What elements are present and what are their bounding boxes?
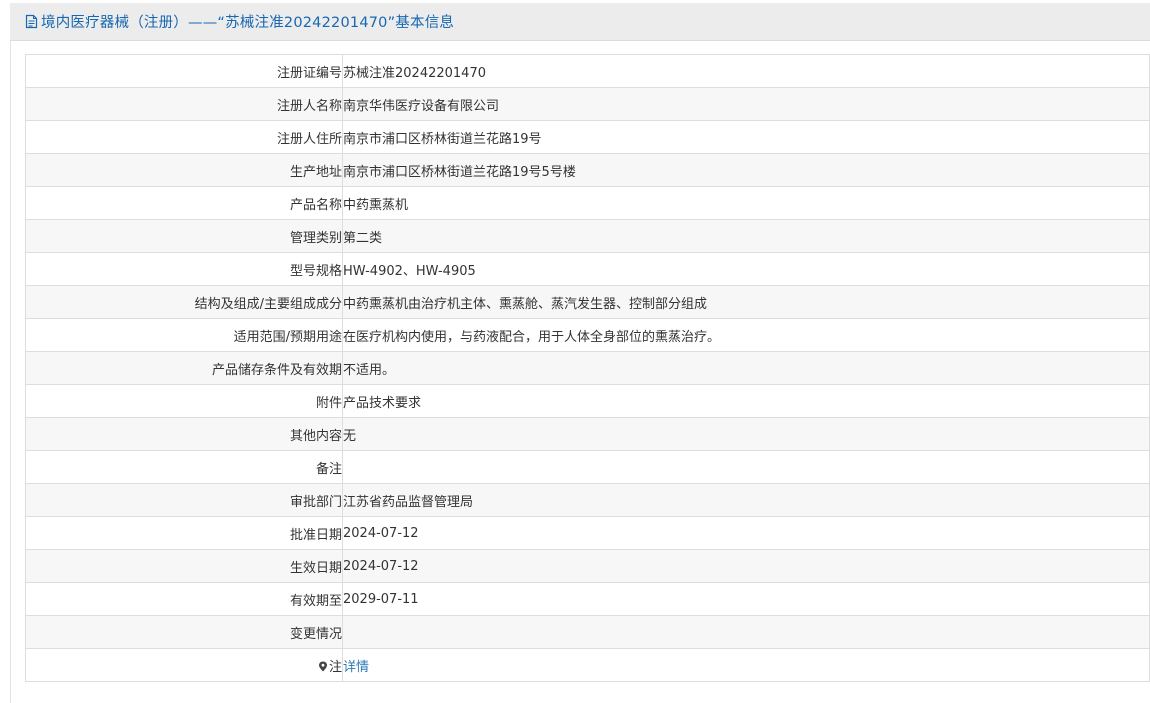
table-row: 生产地址 南京市浦口区桥林街道兰花路19号5号楼 — [25, 153, 1150, 187]
field-label: 注册人住所 — [25, 120, 343, 154]
field-label: 注 — [25, 648, 343, 682]
field-value: 不适用。 — [342, 351, 1150, 385]
document-icon — [25, 14, 39, 30]
info-table: 注册证编号 苏械注准20242201470 注册人名称 南京华伟医疗设备有限公司 注册人… — [25, 54, 1150, 682]
field-label: 批准日期 — [25, 516, 343, 550]
field-label: 有效期至 — [25, 582, 343, 616]
field-label: 生效日期 — [25, 549, 343, 583]
table-row: 注册人住所 南京市浦口区桥林街道兰花路19号 — [25, 120, 1150, 154]
field-label: 附件 — [25, 384, 343, 418]
page-header: 境内医疗器械（注册）——“苏械注准20242201470”基本信息 — [10, 3, 1150, 41]
map-pin-icon — [318, 661, 328, 672]
field-value: 江苏省药品监督管理局 — [342, 483, 1150, 517]
field-value: 中药熏蒸机由治疗机主体、熏蒸舱、蒸汽发生器、控制部分组成 — [342, 285, 1150, 319]
table-row: 产品名称 中药熏蒸机 — [25, 186, 1150, 220]
field-value: 产品技术要求 — [342, 384, 1150, 418]
field-label: 注册人名称 — [25, 87, 343, 121]
page-title: 境内医疗器械（注册）——“苏械注准20242201470”基本信息 — [41, 15, 455, 31]
field-label: 结构及组成/主要组成成分 — [25, 285, 343, 319]
field-label: 注册证编号 — [25, 54, 343, 88]
field-value: 中药熏蒸机 — [342, 186, 1150, 220]
field-value: 2029-07-11 — [342, 582, 1150, 616]
field-value: 在医疗机构内使用，与药液配合，用于人体全身部位的熏蒸治疗。 — [342, 318, 1150, 352]
field-label: 管理类别 — [25, 219, 343, 253]
field-value: HW-4902、HW-4905 — [342, 252, 1150, 286]
field-value: 南京华伟医疗设备有限公司 — [342, 87, 1150, 121]
table-row: 管理类别 第二类 — [25, 219, 1150, 253]
table-row: 注详情 — [25, 648, 1150, 682]
field-value: 苏械注准20242201470 — [342, 54, 1150, 88]
field-value: 第二类 — [342, 219, 1150, 253]
table-row: 附件 产品技术要求 — [25, 384, 1150, 418]
field-value — [342, 615, 1150, 649]
field-value — [342, 450, 1150, 484]
note-label: 注 — [328, 659, 342, 675]
field-label: 审批部门 — [25, 483, 343, 517]
table-row: 型号规格 HW-4902、HW-4905 — [25, 252, 1150, 286]
field-label: 适用范围/预期用途 — [25, 318, 343, 352]
table-row: 备注 — [25, 450, 1150, 484]
page: 境内医疗器械（注册）——“苏械注准20242201470”基本信息 注册证编号苏… — [0, 0, 1150, 703]
table-row: 审批部门 江苏省药品监督管理局 — [25, 483, 1150, 517]
field-value: 无 — [342, 417, 1150, 451]
field-label: 变更情况 — [25, 615, 343, 649]
table-row: 适用范围/预期用途 在医疗机构内使用，与药液配合，用于人体全身部位的熏蒸治疗。 — [25, 318, 1150, 352]
field-label: 产品储存条件及有效期 — [25, 351, 343, 385]
field-label: 产品名称 — [25, 186, 343, 220]
table-row: 生效日期 2024-07-12 — [25, 549, 1150, 583]
table-row: 有效期至 2029-07-11 — [25, 582, 1150, 616]
table-row: 批准日期 2024-07-12 — [25, 516, 1150, 550]
table-row: 产品储存条件及有效期 不适用。 — [25, 351, 1150, 385]
left-border — [10, 41, 11, 703]
field-label: 其他内容 — [25, 417, 343, 451]
field-value: 2024-07-12 — [342, 516, 1150, 550]
field-value: 2024-07-12 — [342, 549, 1150, 583]
field-value: 南京市浦口区桥林街道兰花路19号 — [342, 120, 1150, 154]
table-row: 结构及组成/主要组成成分 中药熏蒸机由治疗机主体、熏蒸舱、蒸汽发生器、控制部分组成 — [25, 285, 1150, 319]
table-row: 变更情况 — [25, 615, 1150, 649]
field-label: 备注 — [25, 450, 343, 484]
field-value: 南京市浦口区桥林街道兰花路19号5号楼 — [342, 153, 1150, 187]
table-row: 其他内容无 — [25, 417, 1150, 451]
field-label: 型号规格 — [25, 252, 343, 286]
table-row: 注册人名称 南京华伟医疗设备有限公司 — [25, 87, 1150, 121]
field-label: 生产地址 — [25, 153, 343, 187]
details-link[interactable]: 详情 — [344, 660, 370, 675]
table-row: 注册证编号 苏械注准20242201470 — [25, 54, 1150, 88]
field-value: 详情 — [342, 648, 1150, 682]
